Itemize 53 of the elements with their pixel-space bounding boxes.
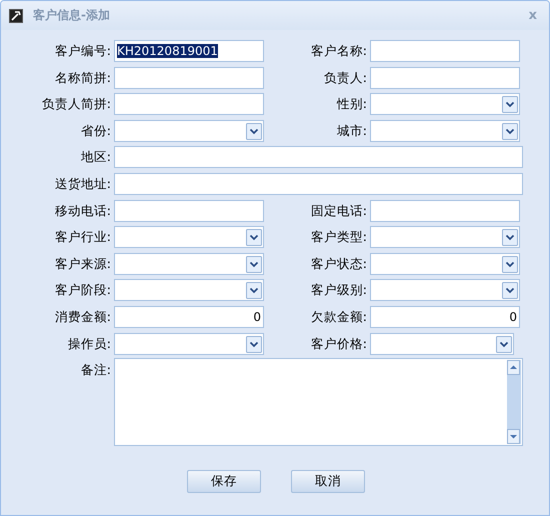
field-label: 客户类型: [310,228,367,246]
input-field[interactable] [114,200,264,222]
input-field[interactable]: 0 [370,306,520,328]
dropdown-field[interactable] [114,332,264,355]
field-label: 移动电话: [54,202,111,220]
field-label: 欠款金额: [310,308,367,326]
field-label: 负责人: [322,68,367,87]
field-label: 固定电话: [310,202,367,220]
input-field[interactable] [370,200,520,222]
dialog-button[interactable]: 保存 [187,470,261,494]
dropdown-field[interactable] [370,252,520,275]
dropdown-field[interactable] [370,279,520,302]
dialog-button[interactable]: 取消 [291,470,365,494]
input-field[interactable]: KH20120819001 [114,40,264,62]
field-label: 客户级别: [310,281,367,300]
field-label: 送货地址: [54,174,111,193]
field-label: 负责人简拼: [40,95,111,114]
dropdown-field[interactable] [114,252,264,275]
field-label: 客户编号: [54,42,111,60]
field-label: 客户名称: [310,42,367,60]
dropdown-field[interactable] [114,279,264,302]
field-label: 客户行业: [54,228,111,246]
field-label: 城市: [336,122,367,140]
field-label: 客户阶段: [54,281,111,300]
field-label: 性别: [336,95,367,114]
hammer-icon [9,8,23,22]
field-label: 客户状态: [310,254,367,273]
dropdown-field[interactable] [370,332,514,355]
dropdown-field[interactable] [114,226,264,248]
input-field[interactable] [370,40,520,62]
input-field[interactable] [370,66,520,89]
scroll-down-icon[interactable] [507,429,520,444]
input-field[interactable] [114,66,264,89]
field-label: 操作员: [66,334,111,353]
dropdown-field[interactable] [114,120,264,142]
input-field[interactable] [114,172,523,195]
field-label: 名称简拼: [54,68,111,87]
dropdown-field[interactable] [370,226,520,248]
input-field[interactable] [114,146,523,168]
window-title: 客户信息-添加 [33,7,111,24]
field-label: 省份: [80,122,111,140]
field-label: 消费金额: [54,308,111,326]
field-label: 备注: [80,361,111,380]
scroll-up-icon[interactable] [507,360,520,376]
field-label: 客户来源: [54,254,111,273]
field-label: 地区: [80,148,111,166]
input-field[interactable] [114,93,264,116]
dropdown-field[interactable] [370,93,520,116]
dropdown-field[interactable] [370,120,520,142]
input-field[interactable]: 0 [114,306,264,328]
field-label: 客户价格: [310,334,367,353]
scrollbar[interactable] [507,360,521,444]
notes-field[interactable] [114,358,523,446]
